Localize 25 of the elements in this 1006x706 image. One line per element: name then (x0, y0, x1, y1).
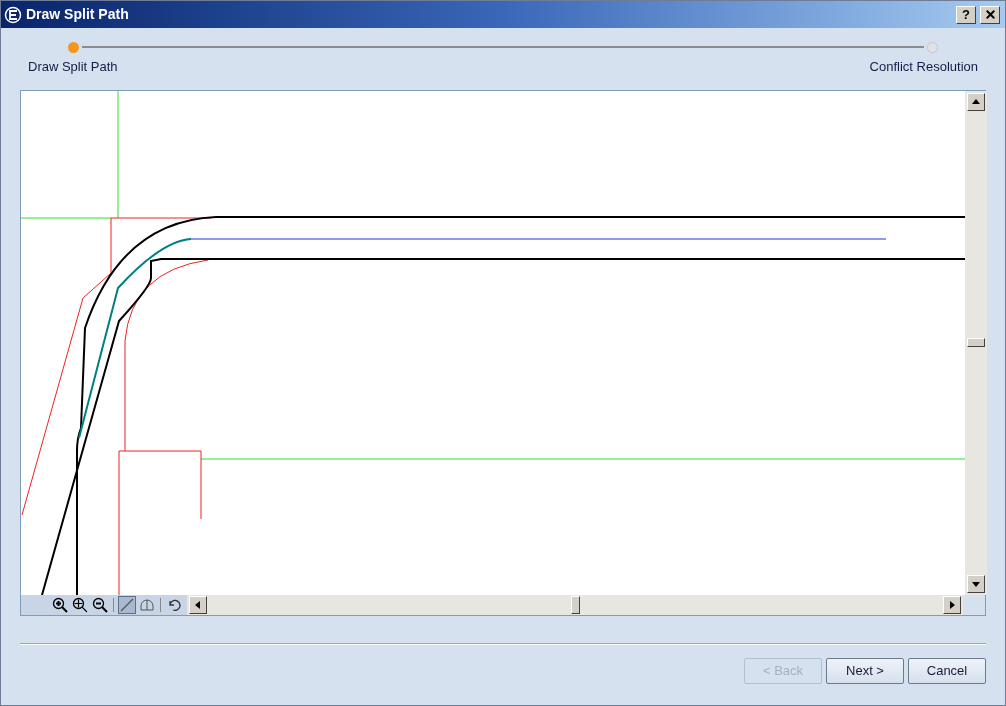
vertical-scrollbar[interactable] (965, 90, 987, 595)
step-label: Draw Split Path (28, 58, 118, 76)
help-button[interactable]: ? (956, 5, 976, 24)
scroll-down-button[interactable] (967, 574, 985, 593)
scroll-left-button[interactable] (189, 595, 207, 614)
tool-button[interactable] (71, 595, 89, 614)
close-icon (983, 8, 997, 21)
window-title: Draw Split Path (26, 5, 130, 24)
dialog-button[interactable]: Next > (826, 657, 904, 684)
app-logo-icon (4, 5, 22, 24)
arc-tool-icon (139, 596, 155, 613)
scroll-thumb[interactable] (570, 595, 580, 614)
tool-button[interactable] (51, 595, 69, 614)
line-tool-icon (119, 596, 135, 613)
step-label: Conflict Resolution (869, 58, 978, 76)
tool-button[interactable] (91, 595, 109, 614)
dialog-button[interactable]: Cancel (908, 657, 986, 684)
close-button[interactable] (980, 5, 1000, 24)
scroll-thumb[interactable] (967, 338, 985, 347)
horizontal-scrollbar[interactable] (187, 594, 963, 615)
zoom-in-icon (52, 596, 68, 613)
scroll-up-button[interactable] (967, 92, 985, 111)
zoom-extent-icon (72, 596, 88, 613)
scroll-right-button[interactable] (943, 595, 961, 614)
zoom-out-icon (92, 596, 108, 613)
